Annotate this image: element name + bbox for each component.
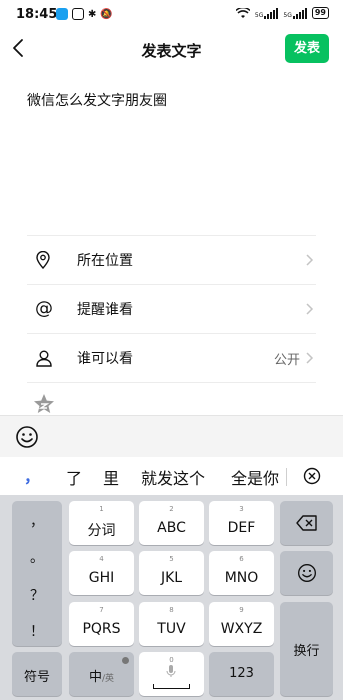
space-bar-icon: [153, 684, 190, 689]
star-icon[interactable]: [32, 392, 56, 416]
key-sub-label: 9: [239, 606, 244, 614]
post-text-input[interactable]: 微信怎么发文字朋友圈: [27, 90, 167, 110]
key-7[interactable]: 7 PQRS: [69, 602, 134, 646]
key-6[interactable]: 6 MNO: [209, 551, 274, 595]
at-icon: @: [35, 298, 53, 319]
chevron-right-icon: [306, 352, 314, 364]
status-time: 18:45: [16, 7, 58, 22]
chevron-right-icon: [306, 254, 314, 266]
option-visibility[interactable]: 谁可以看 公开: [27, 333, 316, 383]
key-sub-label: 0: [169, 656, 174, 664]
option-visibility-value: 公开: [273, 352, 300, 368]
key-sub-label: 6: [239, 555, 244, 563]
key-label: DEF: [227, 520, 256, 536]
key-label: TUV: [157, 621, 186, 637]
key-label: WXYZ: [220, 621, 263, 637]
key-label: PQRS: [82, 621, 121, 637]
key-label: GHI: [88, 570, 115, 586]
key-1[interactable]: 1 分词: [69, 501, 134, 545]
candidate-comma[interactable]: ，: [24, 463, 40, 487]
indicator-dot: [122, 657, 129, 664]
key-label: MNO: [224, 570, 259, 586]
candidate-item[interactable]: 里: [103, 465, 119, 489]
microphone-icon: [166, 665, 176, 677]
key-9[interactable]: 9 WXYZ: [209, 602, 274, 646]
symbol-column[interactable]: ， 。 ？ ！: [12, 501, 62, 646]
network-type-label: 5G: [254, 11, 264, 19]
person-icon: [36, 350, 52, 367]
status-bar: 18:45 ✱ 🔕 5G 5G 99: [0, 0, 343, 28]
chevron-right-icon: [306, 303, 314, 315]
key-sub-label: 5: [169, 555, 174, 563]
option-remind-label: 提醒谁看: [77, 302, 133, 318]
network-type-label-2: 5G: [283, 11, 292, 19]
symbol-mode-key[interactable]: 符号: [12, 652, 62, 696]
key-4[interactable]: 4 GHI: [69, 551, 134, 595]
mute-icon: 🔕: [100, 8, 113, 20]
post-options-list: 所在位置 @ 提醒谁看 谁可以看 公开: [27, 235, 316, 383]
key-8[interactable]: 8 TUV: [139, 602, 204, 646]
option-location[interactable]: 所在位置: [27, 235, 316, 284]
symbol-key[interactable]: ？: [12, 585, 62, 605]
location-pin-icon: [36, 251, 50, 269]
number-mode-key[interactable]: 123: [209, 652, 274, 696]
option-visibility-label: 谁可以看: [77, 351, 133, 367]
language-main-label: 中: [88, 670, 102, 685]
publish-button[interactable]: 发表: [285, 34, 329, 63]
emoji-toolbar: [0, 415, 343, 457]
close-circle-icon[interactable]: [303, 467, 321, 485]
backspace-icon: [296, 515, 317, 531]
keyboard: ， 。 ？ ！ 1 分词 2 ABC 3 DEF 4 GHI 5 JKL 6 M…: [0, 495, 343, 700]
space-key[interactable]: 0: [139, 652, 204, 696]
enter-key-label: 换行: [293, 644, 320, 659]
bluetooth-icon: ✱: [88, 8, 97, 20]
symbol-key[interactable]: 。: [12, 547, 62, 567]
signal-icon-2: [292, 7, 307, 19]
number-mode-label: 123: [229, 666, 254, 681]
option-location-label: 所在位置: [77, 253, 133, 269]
header: 发表文字 发表: [0, 28, 343, 70]
nfc-icon: [72, 8, 84, 20]
option-remind[interactable]: @ 提醒谁看: [27, 284, 316, 333]
candidate-item[interactable]: 全是你: [231, 465, 279, 489]
key-3[interactable]: 3 DEF: [209, 501, 274, 545]
key-sub-label: 4: [99, 555, 104, 563]
enter-key[interactable]: 换行: [280, 602, 333, 696]
key-sub-label: 1: [99, 505, 104, 513]
candidate-item[interactable]: 了: [66, 465, 82, 489]
symbol-key[interactable]: ！: [12, 621, 62, 641]
key-sub-label: 8: [169, 606, 174, 614]
key-2[interactable]: 2 ABC: [139, 501, 204, 545]
candidate-item[interactable]: 就发这个: [141, 465, 205, 489]
wifi-icon: [235, 7, 250, 18]
app-notification-icon: [56, 8, 68, 20]
emoji-key[interactable]: [280, 551, 333, 595]
key-label: JKL: [160, 570, 183, 586]
emoji-icon[interactable]: [15, 425, 39, 449]
key-label: 分词: [87, 523, 116, 539]
key-sub-label: 7: [99, 606, 104, 614]
key-sub-label: 3: [239, 505, 244, 513]
language-switch-key[interactable]: 中/英: [69, 652, 134, 696]
key-5[interactable]: 5 JKL: [139, 551, 204, 595]
battery-icon: 99: [311, 7, 329, 19]
key-sub-label: 2: [169, 505, 174, 513]
symbol-key[interactable]: ，: [12, 511, 62, 531]
candidate-divider: [286, 468, 287, 486]
status-system-icons: 5G 5G 99: [235, 7, 329, 19]
backspace-key[interactable]: [280, 501, 333, 545]
signal-icon: [264, 7, 279, 19]
key-label: ABC: [157, 520, 186, 536]
status-notification-icons: ✱ 🔕: [56, 8, 113, 20]
candidate-bar: ， 了 里 就发这个 全是你: [0, 457, 343, 495]
language-sub-label: /英: [101, 674, 115, 684]
symbol-mode-label: 符号: [23, 670, 50, 685]
emoji-icon: [298, 564, 316, 582]
